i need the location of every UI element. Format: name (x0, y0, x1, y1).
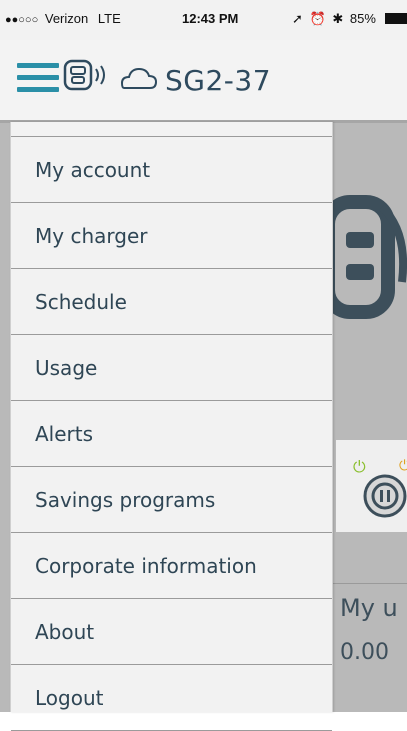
network-type: LTE (97, 11, 121, 26)
menu-item-label: Usage (35, 355, 98, 380)
menu-item-label: Logout (35, 685, 104, 710)
menu-item-corporate-information[interactable]: Corporate information (11, 533, 332, 599)
menu-item-label: My account (35, 157, 151, 182)
app-header: SG2-37 (0, 40, 407, 120)
menu-item-label: Corporate information (35, 553, 257, 578)
svg-text:⏻: ⏻ (399, 458, 407, 474)
svg-text:⏻: ⏻ (353, 457, 366, 476)
menu-item-label: Schedule (35, 289, 127, 314)
menu-item-logout[interactable]: Logout (11, 665, 332, 731)
menu-item-usage[interactable]: Usage (11, 335, 332, 401)
status-left: ●●○○○ Verizon LTE (5, 11, 121, 26)
usage-value: 0.00 (340, 640, 389, 665)
alarm-icon: ⏰ (309, 11, 326, 26)
menu-item-my-charger[interactable]: My charger (11, 203, 332, 269)
carrier-name: Verizon (44, 11, 89, 26)
battery-percent: 85% (349, 11, 376, 26)
menu-item-schedule[interactable]: Schedule (11, 269, 332, 335)
menu-top-divider (11, 122, 332, 137)
menu-item-label: Alerts (35, 421, 94, 446)
menu-item-label: Savings programs (35, 487, 216, 512)
cloud-icon (118, 66, 158, 96)
charger-plug-icon (320, 192, 407, 336)
background-rule (330, 583, 407, 584)
charger-wireless-icon (63, 59, 113, 97)
menu-item-savings-programs[interactable]: Savings programs (11, 467, 332, 533)
menu-item-label: My charger (35, 223, 148, 248)
battery-icon (384, 13, 407, 24)
status-right: ➚ ⏰ ✱ 85% (292, 11, 407, 27)
status-bar: ●●○○○ Verizon LTE 12:43 PM ➚ ⏰ ✱ 85% (0, 0, 407, 40)
page-title: SG2-37 (165, 64, 272, 97)
signal-strength-icon: ●●○○○ (5, 14, 39, 26)
usage-title: My u (340, 594, 398, 622)
side-menu: My account My charger Schedule Usage Ale… (10, 122, 333, 731)
location-arrow-icon: ➚ (292, 11, 303, 26)
status-time: 12:43 PM (182, 11, 239, 26)
hamburger-menu-icon[interactable] (17, 63, 59, 93)
bluetooth-icon: ✱ (332, 11, 344, 26)
menu-item-alerts[interactable]: Alerts (11, 401, 332, 467)
pause-button-icon: ⏻ ⏻ (353, 450, 407, 534)
menu-item-label: About (35, 619, 95, 644)
menu-item-about[interactable]: About (11, 599, 332, 665)
menu-item-my-account[interactable]: My account (11, 137, 332, 203)
